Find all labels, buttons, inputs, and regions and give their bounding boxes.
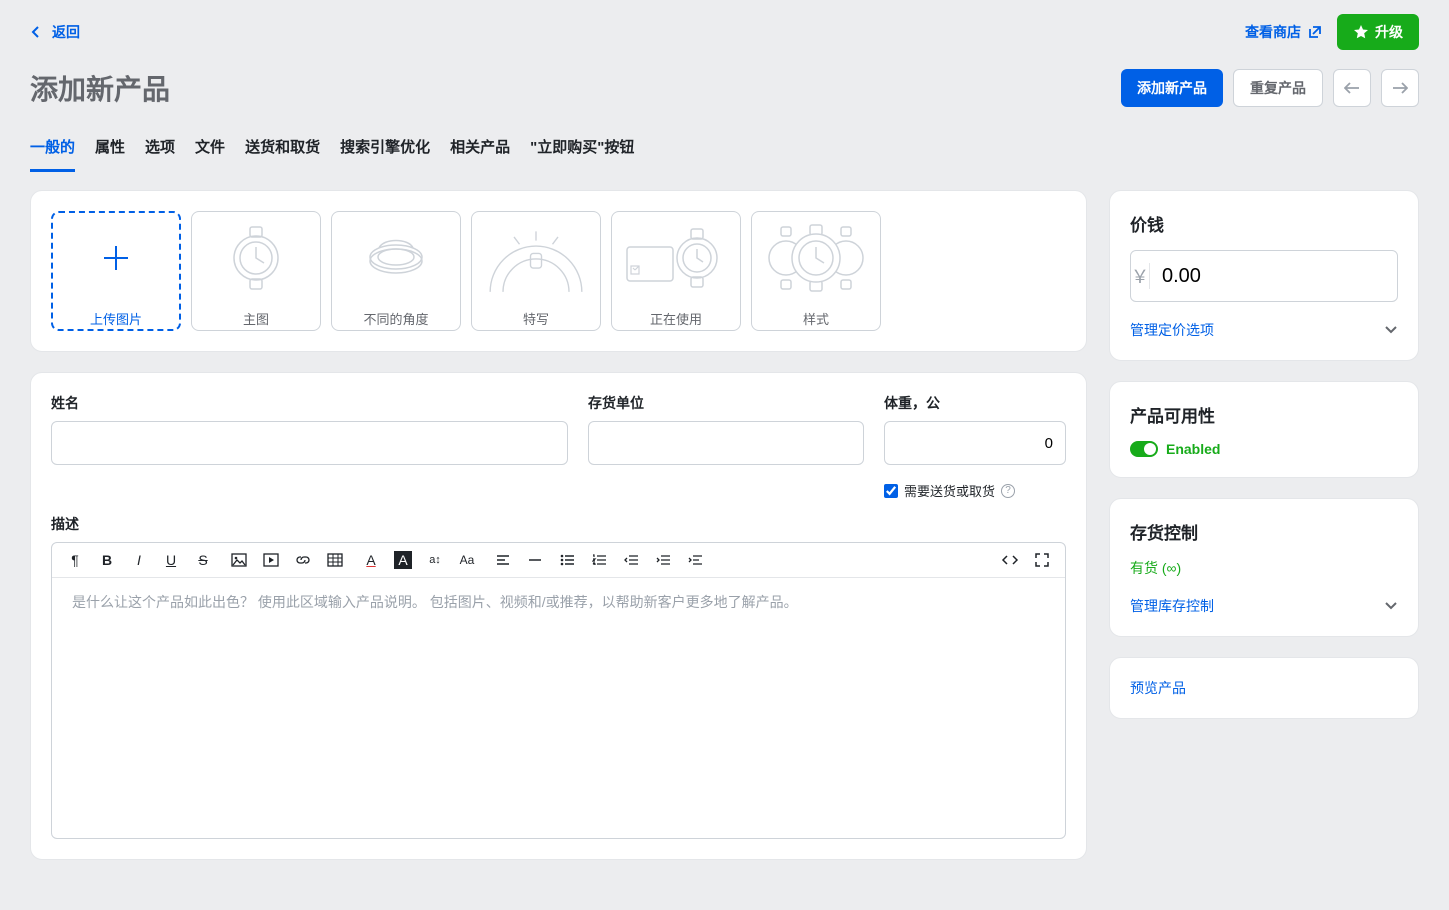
enabled-label: Enabled [1166,441,1220,457]
plus-icon [61,221,171,295]
back-label: 返回 [52,22,80,42]
enabled-toggle[interactable] [1130,441,1158,457]
page-title: 添加新产品 [30,68,170,108]
upload-label: 上传图片 [90,309,142,328]
chevron-down-icon [1384,325,1398,335]
manage-stock-link[interactable]: 管理库存控制 [1130,596,1398,616]
watch-front-icon [201,221,311,295]
description-label: 描述 [51,514,1066,534]
tab-files[interactable]: 文件 [195,128,225,172]
outdent-icon[interactable] [622,551,640,569]
view-store-label: 查看商店 [1245,22,1301,42]
image-icon[interactable] [230,551,248,569]
number-list-icon[interactable] [590,551,608,569]
watch-closeup-icon [481,221,591,295]
back-link[interactable]: 返回 [30,22,80,42]
tab-related[interactable]: 相关产品 [450,128,510,172]
bullet-list-icon[interactable] [558,551,576,569]
next-button[interactable] [1381,69,1419,107]
tab-options[interactable]: 选项 [145,128,175,172]
preview-product-link[interactable]: 预览产品 [1130,680,1186,696]
image-tile-angle[interactable]: 不同的角度 [331,211,461,331]
availability-card: 产品可用性 Enabled [1109,381,1419,478]
manage-stock-label: 管理库存控制 [1130,596,1214,616]
paragraph-icon[interactable]: ¶ [66,551,84,569]
help-icon[interactable]: ? [1001,484,1015,498]
strikethrough-icon[interactable]: S [194,551,212,569]
clear-format-icon[interactable] [686,551,704,569]
manage-pricing-link[interactable]: 管理定价选项 [1130,320,1398,340]
currency-symbol: ￥ [1131,263,1150,289]
availability-title: 产品可用性 [1130,402,1398,427]
stock-title: 存货控制 [1130,519,1398,544]
image-tile-inuse[interactable]: 正在使用 [611,211,741,331]
prev-button[interactable] [1333,69,1371,107]
arrow-left-icon [1344,82,1360,94]
tab-attributes[interactable]: 属性 [95,128,125,172]
tabs: 一般的 属性 选项 文件 送货和取货 搜索引擎优化 相关产品 "立即购买"按钮 [30,128,1419,172]
bold-icon[interactable]: B [98,551,116,569]
sku-label: 存货单位 [588,393,864,413]
price-input[interactable] [1150,265,1398,288]
fullscreen-icon[interactable] [1033,551,1051,569]
image-tile-style[interactable]: 样式 [751,211,881,331]
weight-input[interactable] [884,421,1066,465]
align-icon[interactable] [494,551,512,569]
requires-shipping-label: 需要送货或取货 [904,481,995,500]
image-tile-closeup[interactable]: 特写 [471,211,601,331]
arrow-right-icon [1392,82,1408,94]
details-card: 姓名 存货单位 体重，公 需要送货或取货 ? [30,372,1087,860]
name-label: 姓名 [51,393,568,413]
watch-angle-icon [341,221,451,295]
font-case-icon[interactable]: Aa [458,551,476,569]
tile-label: 主图 [243,309,269,328]
italic-icon[interactable]: I [130,551,148,569]
image-tile-main[interactable]: 主图 [191,211,321,331]
manage-pricing-label: 管理定价选项 [1130,320,1214,340]
requires-shipping-checkbox[interactable] [884,484,898,498]
sku-input[interactable] [588,421,864,465]
price-card: 价钱 ￥ 管理定价选项 [1109,190,1419,361]
upgrade-button[interactable]: 升级 [1337,14,1419,50]
video-icon[interactable] [262,551,280,569]
hr-icon[interactable] [526,551,544,569]
tab-seo[interactable]: 搜索引擎优化 [340,128,430,172]
chevron-down-icon [1384,601,1398,611]
name-input[interactable] [51,421,568,465]
watch-style-icon [761,221,871,295]
highlight-icon[interactable]: A [394,551,412,569]
star-icon [1353,24,1369,40]
duplicate-product-button[interactable]: 重复产品 [1233,69,1323,107]
view-store-link[interactable]: 查看商店 [1245,22,1323,42]
images-card: 上传图片 主图 不同的角度 [30,190,1087,352]
tile-label: 正在使用 [650,309,702,328]
tab-shipping[interactable]: 送货和取货 [245,128,320,172]
tile-label: 样式 [803,309,829,328]
indent-icon[interactable] [654,551,672,569]
description-textarea[interactable]: 是什么让这个产品如此出色？ 使用此区域输入产品说明。 包括图片、视频和/或推荐，… [52,578,1065,838]
underline-icon[interactable]: U [162,551,180,569]
external-link-icon [1307,24,1323,40]
stock-status: 有货 (∞) [1130,558,1398,578]
font-size-icon[interactable]: a↕ [426,551,444,569]
chevron-left-icon [30,26,42,38]
tab-buynow[interactable]: "立即购买"按钮 [530,128,634,172]
upgrade-label: 升级 [1375,22,1403,42]
add-product-button[interactable]: 添加新产品 [1121,69,1223,107]
table-icon[interactable] [326,551,344,569]
price-title: 价钱 [1130,211,1398,236]
code-view-icon[interactable] [1001,551,1019,569]
tab-general[interactable]: 一般的 [30,128,75,172]
tile-label: 不同的角度 [363,309,428,328]
watch-inuse-icon [621,221,731,295]
weight-label: 体重，公 [884,393,1066,413]
tile-label: 特写 [523,309,549,328]
text-color-icon[interactable]: A [362,551,380,569]
stock-card: 存货控制 有货 (∞) 管理库存控制 [1109,498,1419,637]
preview-card: 预览产品 [1109,657,1419,719]
link-icon[interactable] [294,551,312,569]
upload-image-tile[interactable]: 上传图片 [51,211,181,331]
description-editor: ¶ B I U S [51,542,1066,839]
